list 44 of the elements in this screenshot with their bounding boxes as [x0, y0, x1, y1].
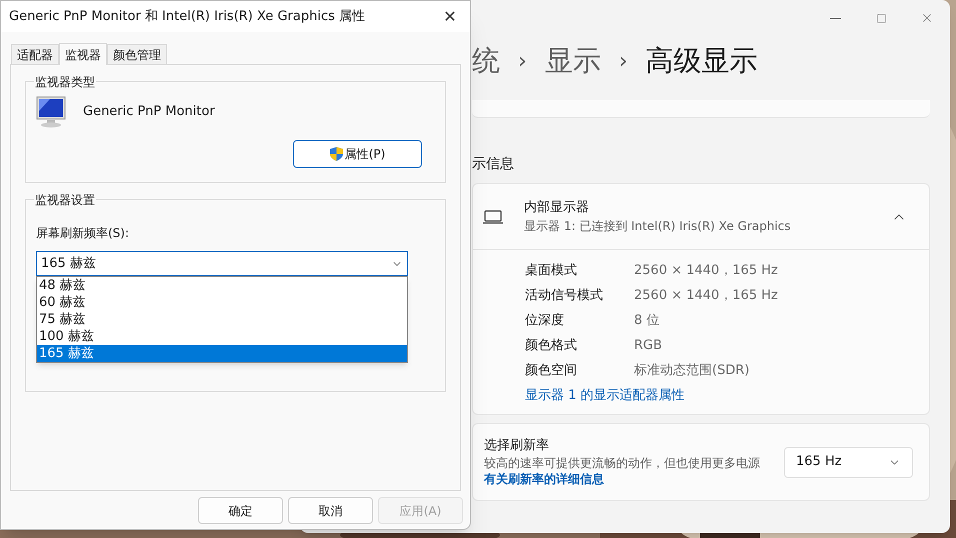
breadcrumb-item[interactable]: 显示 [544, 40, 601, 82]
refresh-description: 较高的速率可提供更流畅的动作，但也使用更多电源 [484, 454, 760, 470]
property-label: 颜色空间 [525, 362, 578, 380]
refresh-title: 选择刷新率 [484, 436, 550, 454]
dropdown-option[interactable]: 60 赫兹 [37, 294, 407, 311]
monitor-icon [36, 96, 66, 128]
breadcrumb-item[interactable]: 统 [472, 40, 500, 82]
property-value: 8 位 [634, 312, 660, 330]
display-subtitle: 显示器 1: 已连接到 Intel(R) Iris(R) Xe Graphics [524, 218, 791, 236]
properties-button[interactable]: 属性(P) [293, 140, 422, 168]
property-value: 标准动态范围(SDR) [634, 362, 750, 380]
refresh-rate-dropdown[interactable]: 165 Hz [784, 446, 913, 478]
property-value: RGB [634, 336, 662, 355]
property-value: 2560 × 1440，165 Hz [634, 286, 778, 305]
dialog-button[interactable]: 确定 [198, 497, 283, 524]
monitor-name: Generic PnP Monitor [83, 103, 215, 122]
property-value: 2560 × 1440，165 Hz [634, 262, 778, 280]
property-label: 位深度 [525, 312, 565, 330]
property-label: 颜色格式 [525, 336, 578, 355]
breadcrumb-separator: › [618, 48, 628, 76]
group-legend: 监视器类型 [34, 73, 96, 91]
tab[interactable]: 适配器 [11, 44, 59, 64]
breadcrumb-separator: › [518, 48, 527, 76]
property-label: 活动信号模式 [525, 286, 604, 305]
adapter-properties-link[interactable]: 显示器 1 的显示适配器属性 [525, 383, 929, 408]
tab[interactable]: 颜色管理 [107, 44, 167, 64]
tab[interactable]: 监视器 [59, 43, 107, 65]
refresh-rate-combobox[interactable]: 165 赫兹 [36, 251, 408, 276]
field-label: 屏幕刷新频率(S): [36, 225, 130, 242]
property-label: 桌面模式 [525, 262, 578, 280]
maximize-icon [876, 12, 886, 24]
laptop-icon [483, 210, 503, 224]
dropdown-option[interactable]: 100 赫兹 [37, 328, 407, 345]
close-button[interactable]: ✕ [430, 1, 470, 32]
dropdown-option[interactable]: 165 赫兹 [37, 345, 407, 362]
dropdown-option[interactable]: 75 赫兹 [37, 311, 407, 328]
breadcrumb-item: 高级显示 [646, 43, 758, 79]
shield-icon [330, 147, 343, 161]
refresh-info-link[interactable]: 有关刷新率的详细信息 [484, 470, 760, 488]
dialog-button[interactable]: 取消 [288, 497, 373, 524]
dialog-title: Generic PnP Monitor 和 Intel(R) Iris(R) Xe Graphics 属性 [9, 8, 366, 26]
display-name: 内部显示器 [524, 198, 590, 217]
section-title: 示信息 [472, 155, 515, 174]
dropdown-option[interactable]: 48 赫兹 [37, 277, 407, 294]
